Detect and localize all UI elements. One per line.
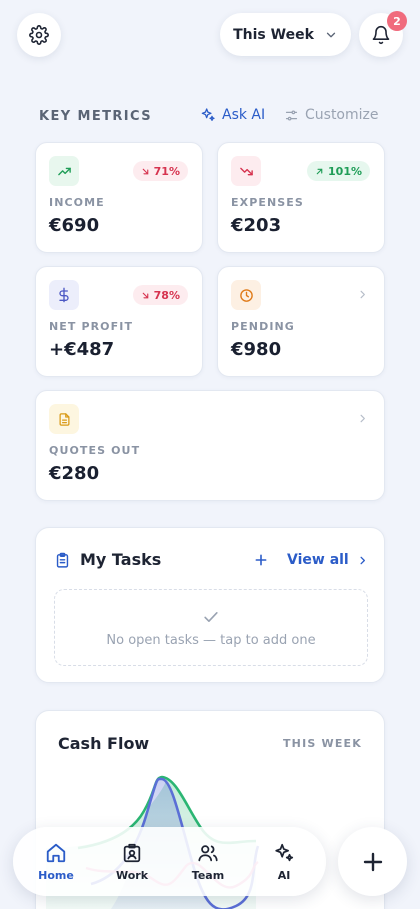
view-all-tasks-link[interactable]: View all bbox=[287, 552, 368, 568]
change-badge: 101% bbox=[307, 161, 370, 181]
metric-label: PENDING bbox=[231, 320, 295, 333]
customize-label: Customize bbox=[305, 107, 379, 123]
arrow-up-right-icon bbox=[316, 168, 323, 174]
clipboard-icon bbox=[56, 552, 69, 568]
metric-value: €203 bbox=[231, 215, 282, 236]
chevron-right-icon bbox=[360, 556, 365, 564]
nav-item-work[interactable]: Work bbox=[94, 827, 170, 896]
metric-card-income[interactable]: 71% INCOME €690 bbox=[35, 142, 203, 253]
gear-icon bbox=[29, 25, 49, 45]
bottom-navigation: Home Work Team AI bbox=[13, 827, 326, 896]
home-icon bbox=[46, 843, 66, 862]
nav-item-ai[interactable]: AI bbox=[246, 827, 322, 896]
nav-item-home[interactable]: Home bbox=[18, 827, 94, 896]
nav-label: Work bbox=[115, 868, 149, 882]
metric-value: +€487 bbox=[49, 339, 115, 360]
dollar-icon bbox=[59, 287, 69, 303]
notification-count-badge: 2 bbox=[387, 11, 407, 31]
chevron-right-icon bbox=[360, 414, 365, 423]
metric-icon-box bbox=[49, 156, 79, 186]
change-badge: 78% bbox=[132, 285, 188, 305]
change-value: 101% bbox=[328, 164, 362, 178]
plus-icon bbox=[363, 852, 382, 871]
trend-up-icon bbox=[57, 167, 71, 175]
metric-icon-box bbox=[49, 404, 79, 434]
nav-label: AI bbox=[277, 868, 291, 882]
tasks-card: My Tasks View all No open tasks — tap to… bbox=[35, 527, 385, 683]
metric-label: INCOME bbox=[49, 196, 105, 209]
metric-icon-box bbox=[231, 156, 261, 186]
bell-icon bbox=[372, 25, 390, 45]
change-badge: 71% bbox=[132, 161, 188, 181]
change-value: 78% bbox=[153, 288, 180, 302]
sparkles-icon bbox=[275, 843, 294, 861]
document-icon bbox=[59, 412, 69, 426]
notifications-button[interactable]: 2 bbox=[359, 11, 407, 57]
cash-flow-title: Cash Flow bbox=[58, 734, 150, 753]
metric-card-net-profit[interactable]: 78% NET PROFIT +€487 bbox=[35, 266, 203, 377]
trend-down-icon bbox=[239, 167, 253, 175]
metric-label: QUOTES OUT bbox=[49, 444, 141, 457]
metric-icon-box bbox=[231, 280, 261, 310]
clock-icon bbox=[239, 288, 253, 302]
customize-button[interactable]: Customize bbox=[284, 107, 379, 123]
add-task-button[interactable] bbox=[253, 552, 269, 568]
ask-ai-button[interactable]: Ask AI bbox=[200, 107, 265, 123]
change-value: 71% bbox=[153, 164, 180, 178]
chevron-down-icon bbox=[326, 32, 336, 37]
chevron-right-icon bbox=[360, 290, 365, 299]
metric-label: EXPENSES bbox=[231, 196, 304, 209]
nav-item-team[interactable]: Team bbox=[170, 827, 246, 896]
nav-label: Home bbox=[38, 868, 74, 882]
settings-button[interactable] bbox=[17, 13, 61, 57]
people-icon bbox=[198, 844, 218, 861]
briefcase-badge-icon bbox=[123, 843, 141, 862]
metric-card-pending[interactable]: PENDING €980 bbox=[217, 266, 385, 377]
metric-label: NET PROFIT bbox=[49, 320, 134, 333]
metric-value: €980 bbox=[231, 339, 282, 360]
arrow-down-right-icon bbox=[142, 292, 148, 298]
period-selector[interactable]: This Week bbox=[220, 13, 351, 56]
metric-icon-box bbox=[49, 280, 79, 310]
arrow-down-right-icon bbox=[142, 168, 148, 174]
section-title: KEY METRICS bbox=[39, 109, 152, 124]
empty-tasks-text: No open tasks — tap to add one bbox=[106, 633, 316, 648]
add-button[interactable] bbox=[338, 827, 407, 896]
metric-card-quotes-out[interactable]: QUOTES OUT €280 bbox=[35, 390, 385, 501]
cash-flow-range: THIS WEEK bbox=[282, 737, 362, 750]
sparkles-icon bbox=[201, 108, 215, 121]
ask-ai-label: Ask AI bbox=[222, 107, 266, 123]
metric-value: €690 bbox=[49, 215, 100, 236]
view-all-label: View all bbox=[287, 552, 349, 568]
metric-value: €280 bbox=[49, 463, 100, 484]
nav-label: Team bbox=[191, 868, 225, 882]
sliders-icon bbox=[285, 110, 298, 120]
period-label: This Week bbox=[233, 26, 314, 43]
metric-card-expenses[interactable]: 101% EXPENSES €203 bbox=[217, 142, 385, 253]
tasks-title: My Tasks bbox=[80, 550, 162, 569]
empty-tasks-placeholder[interactable]: No open tasks — tap to add one bbox=[54, 589, 368, 666]
check-icon bbox=[204, 612, 218, 622]
